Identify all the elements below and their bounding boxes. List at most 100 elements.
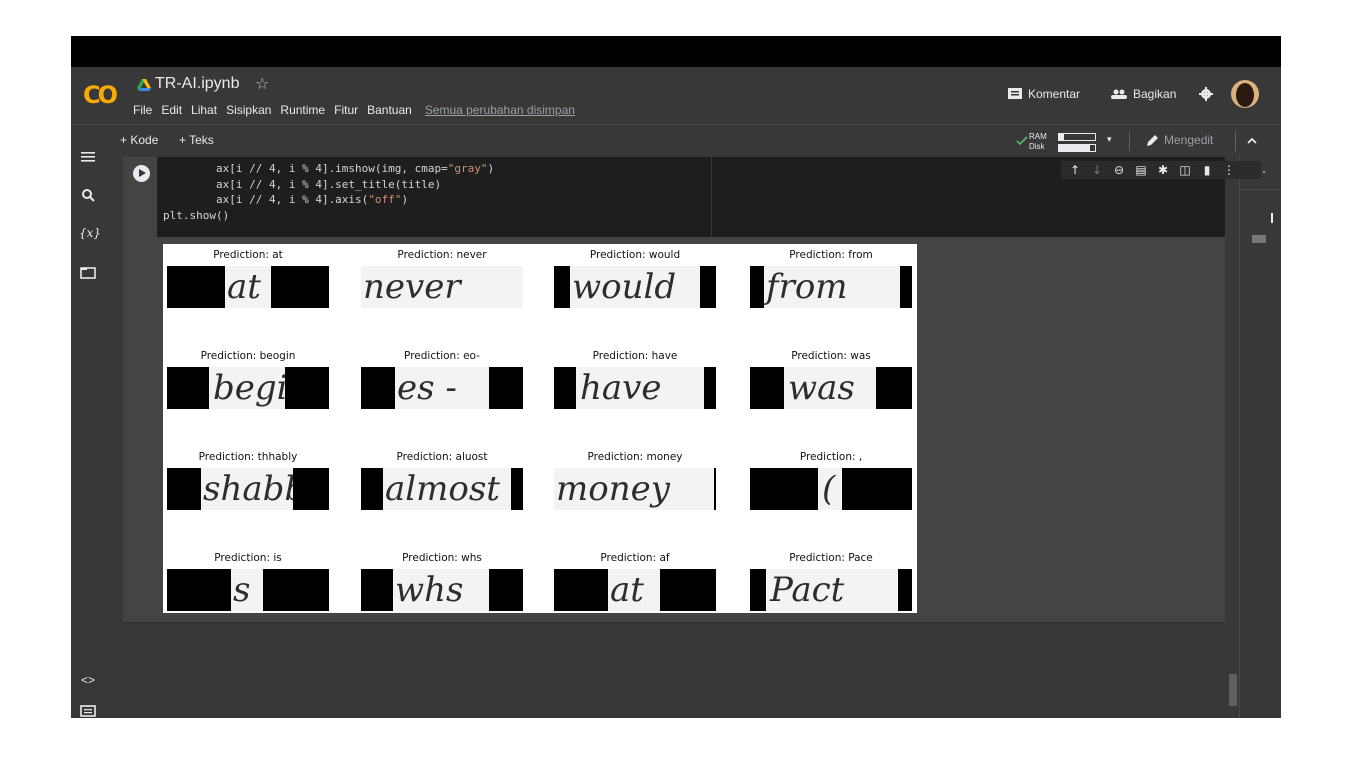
prediction-title: Prediction: eo- xyxy=(404,350,480,362)
saved-status-link[interactable]: Semua perubahan disimpan xyxy=(425,103,575,117)
padding-mask xyxy=(167,266,225,308)
padding-mask xyxy=(489,569,523,611)
padding-mask xyxy=(660,569,716,611)
prediction-title: Prediction: Pace xyxy=(789,552,873,564)
search-icon[interactable] xyxy=(79,187,97,203)
handwriting-image: s xyxy=(167,569,329,611)
padding-mask xyxy=(361,468,383,510)
padding-mask xyxy=(876,367,912,409)
settings-cell-icon[interactable]: ✱ xyxy=(1157,163,1169,177)
browser-top-bar xyxy=(71,36,1281,67)
handwriting-image: Pact xyxy=(750,569,912,611)
handwritten-word: es - xyxy=(397,368,457,408)
prediction-title: Prediction: never xyxy=(397,249,487,261)
resource-dropdown-arrow[interactable]: ▾ xyxy=(1107,134,1112,145)
padding-mask xyxy=(489,367,523,409)
add-text-button[interactable]: + Teks xyxy=(179,133,214,147)
code-snippets-icon[interactable]: <> xyxy=(79,673,97,689)
padding-mask xyxy=(361,569,393,611)
menu-edit[interactable]: Edit xyxy=(161,103,182,117)
variables-icon[interactable]: {x} xyxy=(79,226,101,242)
minimap-block xyxy=(1252,235,1266,243)
handwritten-word: whs xyxy=(395,570,464,610)
code-line-1: ax[i // 4, i % 4].imshow(img, cmap="gray… xyxy=(163,162,495,175)
more-vert-icon[interactable]: ⋮ xyxy=(1223,163,1235,177)
padding-mask xyxy=(361,367,395,409)
pencil-icon xyxy=(1147,135,1158,146)
table-of-contents-icon[interactable] xyxy=(79,149,97,165)
ram-bar-fill xyxy=(1059,134,1065,140)
gear-icon[interactable] xyxy=(1199,87,1213,101)
code-line-4: plt.show() xyxy=(163,208,230,222)
code-cell[interactable]: ax[i // 4, i % 4].imshow(img, cmap="gray… xyxy=(123,157,1261,623)
share-button[interactable]: Bagikan xyxy=(1111,87,1176,101)
notebook-title[interactable]: TR-AI.ipynb xyxy=(155,75,239,93)
scroll-marker xyxy=(1271,213,1273,223)
header: CO TR-AI.ipynb ☆ File Edit Lihat Sisipka… xyxy=(71,67,1281,125)
edit-mode-label: Mengedit xyxy=(1164,133,1214,147)
chevron-up-icon[interactable] xyxy=(1247,137,1257,144)
padding-mask xyxy=(900,266,912,308)
prediction-title: Prediction: whs xyxy=(402,552,482,564)
folder-icon[interactable] xyxy=(79,265,97,281)
handwriting-image: begin xyxy=(167,367,329,409)
avatar[interactable] xyxy=(1231,80,1259,108)
star-icon[interactable]: ☆ xyxy=(255,74,269,93)
code-line-3: ax[i // 4, i % 4].axis("off") xyxy=(163,193,409,206)
prediction-title: Prediction: at xyxy=(213,249,283,261)
colab-logo[interactable]: CO xyxy=(83,81,118,109)
disk-label: Disk xyxy=(1029,142,1045,151)
padding-mask xyxy=(554,367,576,409)
handwritten-word: almost xyxy=(385,469,500,509)
prediction-title: Prediction: is xyxy=(214,552,282,564)
move-down-icon[interactable]: ↓ xyxy=(1091,163,1103,177)
handwriting-image: shabby xyxy=(167,468,329,510)
padding-mask xyxy=(285,367,329,409)
padding-mask xyxy=(263,569,329,611)
divider xyxy=(1240,189,1281,190)
handwritten-word: from xyxy=(766,267,848,307)
menu-file[interactable]: File xyxy=(133,103,152,117)
code-editor-text-area[interactable]: ax[i // 4, i % 4].imshow(img, cmap="gray… xyxy=(157,157,712,237)
share-label: Bagikan xyxy=(1133,87,1177,101)
comment-label: Komentar xyxy=(1028,87,1081,101)
cell-output-figure: Prediction: at at Prediction: never never Pr… xyxy=(163,244,917,613)
prediction-title: Prediction: aluost xyxy=(396,451,488,463)
prediction-title: Prediction: af xyxy=(600,552,670,564)
add-code-button[interactable]: + Kode xyxy=(120,133,158,147)
scrollbar-thumb[interactable] xyxy=(1229,674,1237,706)
code-text[interactable]: ax[i // 4, i % 4].imshow(img, cmap="gray… xyxy=(163,161,494,223)
padding-mask xyxy=(271,266,329,308)
cell-toolbar: ↑ ↓ ⊖ ▤ ✱ ◫ ▮ ⋮ xyxy=(1061,161,1261,179)
handwriting-image: was xyxy=(750,367,912,409)
handwriting-image: whs xyxy=(361,569,523,611)
handwriting-image: would xyxy=(554,266,716,308)
padding-mask xyxy=(714,468,716,510)
padding-mask xyxy=(842,468,912,510)
command-palette-icon[interactable] xyxy=(79,703,97,718)
menu-help[interactable]: Bantuan xyxy=(367,103,412,117)
padding-mask xyxy=(511,468,523,510)
handwriting-image: almost xyxy=(361,468,523,510)
delete-icon[interactable]: ▮ xyxy=(1201,163,1213,177)
comment-cell-icon[interactable]: ▤ xyxy=(1135,163,1147,177)
menu-view[interactable]: Lihat xyxy=(191,103,217,117)
divider xyxy=(1129,131,1130,151)
padding-mask xyxy=(167,367,209,409)
menu-tools[interactable]: Fitur xyxy=(334,103,358,117)
resource-monitor[interactable]: RAM Disk xyxy=(1016,130,1096,154)
edit-mode-button[interactable]: Mengedit xyxy=(1147,133,1213,147)
padding-mask xyxy=(700,266,716,308)
comment-button[interactable]: Komentar xyxy=(1008,87,1080,101)
run-cell-button[interactable] xyxy=(133,165,150,182)
mirror-cell-icon[interactable]: ◫ xyxy=(1179,163,1191,177)
menu-insert[interactable]: Sisipkan xyxy=(226,103,271,117)
link-icon[interactable]: ⊖ xyxy=(1113,163,1125,177)
menu-runtime[interactable]: Runtime xyxy=(280,103,325,117)
check-icon xyxy=(1016,136,1028,146)
code-editor[interactable]: ax[i // 4, i % 4].imshow(img, cmap="gray… xyxy=(157,157,1261,237)
ram-label: RAM xyxy=(1029,132,1047,141)
drive-icon xyxy=(137,79,151,91)
move-up-icon[interactable]: ↑ xyxy=(1069,163,1081,177)
padding-mask xyxy=(750,367,784,409)
